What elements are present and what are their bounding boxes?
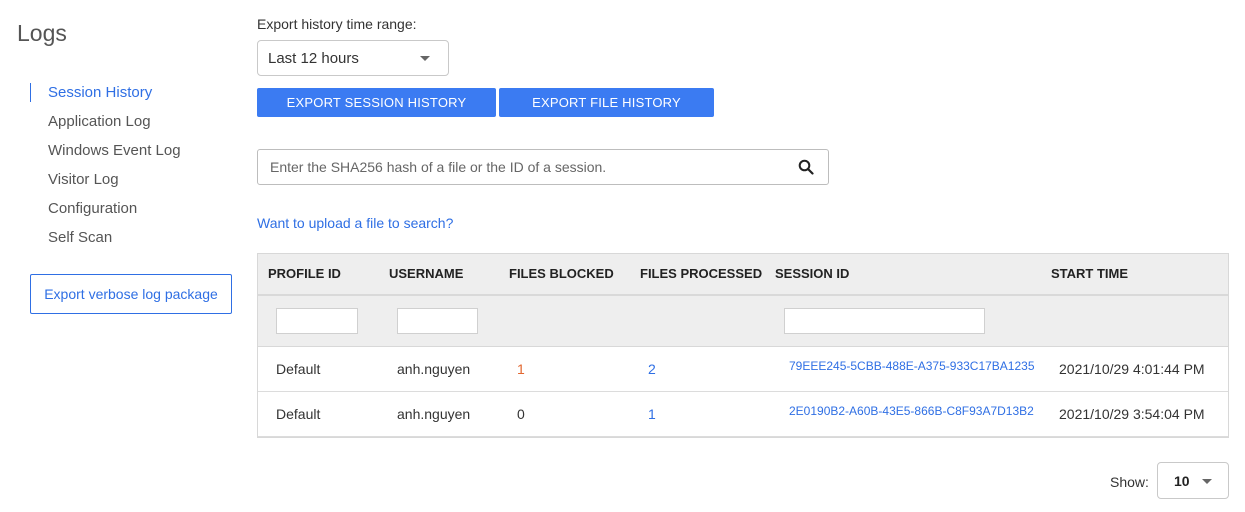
export-session-history-button[interactable]: EXPORT SESSION HISTORY	[257, 88, 496, 117]
cell-files-processed-link[interactable]: 2	[648, 361, 656, 377]
time-range-select[interactable]: Last 12 hours	[257, 40, 449, 76]
start-clock: 4:01:44 PM	[1132, 361, 1205, 377]
cell-username: anh.nguyen	[397, 406, 471, 422]
table-row[interactable]: Default anh.nguyen 0 1 2E0190B2-A60B-43E…	[258, 392, 1228, 437]
search-input[interactable]: Enter the SHA256 hash of a file or the I…	[257, 149, 829, 185]
page-size-select[interactable]: 10	[1157, 462, 1229, 499]
cell-start-time: 2021/10/29 4:01:44 PM	[1059, 361, 1205, 377]
start-date: 2021/10/29	[1059, 406, 1130, 422]
sidebar-item-windows-event-log[interactable]: Windows Event Log	[30, 140, 250, 169]
upload-file-link[interactable]: Want to upload a file to search?	[257, 215, 453, 231]
start-clock: 3:54:04 PM	[1132, 406, 1205, 422]
export-file-history-button[interactable]: EXPORT FILE HISTORY	[499, 88, 714, 117]
header-files-blocked[interactable]: FILES BLOCKED	[509, 266, 614, 281]
cell-session-id-link[interactable]: 79EEE245-5CBB-488E-A375-933C17BA1235	[789, 359, 1035, 373]
cell-profile: Default	[276, 406, 321, 422]
search-placeholder: Enter the SHA256 hash of a file or the I…	[270, 159, 607, 175]
cell-username: anh.nguyen	[397, 361, 471, 377]
session-id-filter-input[interactable]	[784, 308, 985, 334]
sidebar-item-application-log[interactable]: Application Log	[30, 111, 250, 140]
search-icon[interactable]	[798, 159, 814, 175]
cell-start-time: 2021/10/29 3:54:04 PM	[1059, 406, 1205, 422]
sidebar-item-self-scan[interactable]: Self Scan	[30, 227, 250, 256]
header-files-processed[interactable]: FILES PROCESSED	[640, 266, 762, 281]
page-size-value: 10	[1174, 473, 1190, 489]
cell-profile: Default	[276, 361, 321, 377]
chevron-down-icon	[420, 56, 430, 61]
header-username[interactable]: USERNAME	[389, 266, 463, 281]
sidebar-item-session-history[interactable]: Session History	[30, 82, 250, 111]
time-range-label: Export history time range:	[257, 16, 417, 32]
page-title: Logs	[17, 20, 67, 46]
header-start-time[interactable]: START TIME	[1051, 266, 1128, 281]
cell-files-processed-link[interactable]: 1	[648, 406, 656, 422]
cell-session-id-link[interactable]: 2E0190B2-A60B-43E5-866B-C8F93A7D13B2	[789, 404, 1034, 418]
session-table: PROFILE ID USERNAME FILES BLOCKED FILES …	[257, 253, 1229, 438]
header-profile-id[interactable]: PROFILE ID	[268, 266, 341, 281]
profile-id-filter-input[interactable]	[276, 308, 358, 334]
sidebar-item-visitor-log[interactable]: Visitor Log	[30, 169, 250, 198]
sidebar-item-configuration[interactable]: Configuration	[30, 198, 250, 227]
filter-row	[258, 296, 1228, 347]
cell-files-blocked: 1	[517, 361, 525, 377]
cell-files-blocked: 0	[517, 406, 525, 422]
time-range-value: Last 12 hours	[268, 49, 359, 67]
header-session-id[interactable]: SESSION ID	[775, 266, 849, 281]
start-date: 2021/10/29	[1059, 361, 1130, 377]
sidebar-nav: Session History Application Log Windows …	[30, 82, 250, 256]
username-filter-input[interactable]	[397, 308, 478, 334]
export-verbose-log-button[interactable]: Export verbose log package	[30, 274, 232, 314]
chevron-down-icon	[1202, 479, 1212, 484]
table-header: PROFILE ID USERNAME FILES BLOCKED FILES …	[258, 254, 1228, 296]
table-row[interactable]: Default anh.nguyen 1 2 79EEE245-5CBB-488…	[258, 347, 1228, 392]
show-label: Show:	[1110, 474, 1149, 490]
